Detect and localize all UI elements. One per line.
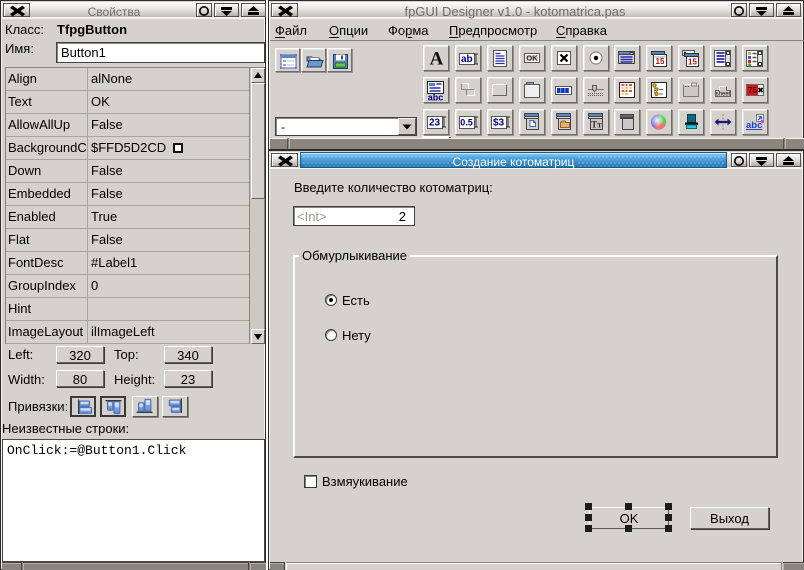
svg-text:0.5: 0.5 [460, 118, 473, 128]
svg-text:A: A [430, 49, 444, 70]
svg-text:Tт: Tт [591, 120, 602, 130]
svg-text:15: 15 [656, 57, 665, 66]
svg-text:$3: $3 [493, 118, 505, 129]
svg-text:sheet: sheet [716, 92, 731, 98]
svg-text:15: 15 [688, 58, 697, 67]
svg-text:75: 75 [748, 86, 757, 95]
svg-text:OK: OK [526, 54, 538, 63]
svg-text:abc: abc [428, 93, 444, 103]
svg-text:ab: ab [461, 54, 473, 65]
svg-text:23: 23 [429, 118, 441, 129]
